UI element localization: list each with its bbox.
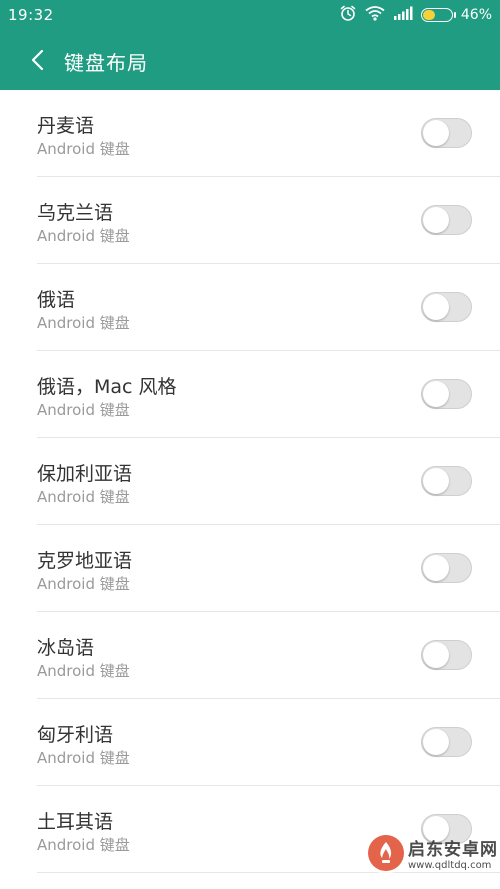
layout-toggle-switch[interactable] [421, 466, 472, 496]
list-item[interactable]: 匈牙利语 Android 键盘 [0, 699, 500, 786]
layout-subtitle: Android 键盘 [37, 140, 130, 158]
toggle-knob [423, 120, 449, 146]
signal-icon [393, 6, 413, 24]
list-item[interactable]: 俄语 Android 键盘 [0, 264, 500, 351]
site-watermark: 启东安卓网 www.qdltdq.com [368, 822, 498, 884]
toggle-knob [423, 555, 449, 581]
back-button[interactable] [20, 42, 56, 78]
layout-subtitle: Android 键盘 [37, 575, 130, 593]
layout-title: 克罗地亚语 [37, 550, 133, 572]
layout-toggle-switch[interactable] [421, 727, 472, 757]
watermark-text: 启东安卓网 www.qdltdq.com [408, 835, 498, 871]
status-time: 19:32 [8, 6, 54, 24]
alarm-icon [339, 4, 357, 26]
status-bar: 19:32 46% [0, 0, 500, 30]
list-item[interactable]: 冰岛语 Android 键盘 [0, 612, 500, 699]
layout-subtitle: Android 键盘 [37, 227, 130, 245]
battery-level-fill [422, 10, 435, 20]
layout-title: 俄语 [37, 289, 76, 311]
layout-toggle-switch[interactable] [421, 553, 472, 583]
wifi-icon [365, 5, 385, 25]
page-title: 键盘布局 [64, 51, 148, 75]
toggle-knob [423, 729, 449, 755]
list-item[interactable]: 克罗地亚语 Android 键盘 [0, 525, 500, 612]
layout-toggle-switch[interactable] [421, 379, 472, 409]
back-chevron-icon [31, 49, 44, 71]
layout-title: 土耳其语 [37, 811, 114, 833]
layout-title: 丹麦语 [37, 115, 95, 137]
layout-title: 保加利亚语 [37, 463, 133, 485]
layout-subtitle: Android 键盘 [37, 749, 130, 767]
toggle-knob [423, 294, 449, 320]
battery-icon [420, 8, 456, 22]
layout-subtitle: Android 键盘 [37, 662, 130, 680]
status-icons: 46% [339, 5, 492, 25]
list-item[interactable]: 乌克兰语 Android 键盘 [0, 177, 500, 264]
toggle-knob [423, 468, 449, 494]
toggle-knob [423, 642, 449, 668]
layout-toggle-switch[interactable] [421, 640, 472, 670]
list-item[interactable]: 保加利亚语 Android 键盘 [0, 438, 500, 525]
layout-subtitle: Android 键盘 [37, 401, 130, 419]
battery-percentage: 46% [460, 7, 492, 23]
watermark-url: www.qdltdq.com [408, 860, 492, 871]
layout-subtitle: Android 键盘 [37, 836, 130, 854]
layout-toggle-switch[interactable] [421, 205, 472, 235]
app-bar: 键盘布局 [0, 30, 500, 90]
layout-title: 冰岛语 [37, 637, 95, 659]
layout-title: 俄语，Mac 风格 [37, 376, 177, 398]
layout-toggle-switch[interactable] [421, 292, 472, 322]
toggle-knob [423, 207, 449, 233]
list-item[interactable]: 俄语，Mac 风格 Android 键盘 [0, 351, 500, 438]
watermark-title: 启东安卓网 [408, 840, 498, 860]
battery-tip [453, 12, 456, 18]
list-item[interactable]: 丹麦语 Android 键盘 [0, 90, 500, 177]
layout-toggle-switch[interactable] [421, 118, 472, 148]
watermark-logo-icon [368, 835, 404, 871]
layout-title: 乌克兰语 [37, 202, 114, 224]
keyboard-layout-list: 丹麦语 Android 键盘 乌克兰语 Android 键盘 俄语 Androi… [0, 90, 500, 873]
toggle-knob [423, 381, 449, 407]
layout-title: 匈牙利语 [37, 724, 114, 746]
layout-subtitle: Android 键盘 [37, 314, 130, 332]
layout-subtitle: Android 键盘 [37, 488, 130, 506]
